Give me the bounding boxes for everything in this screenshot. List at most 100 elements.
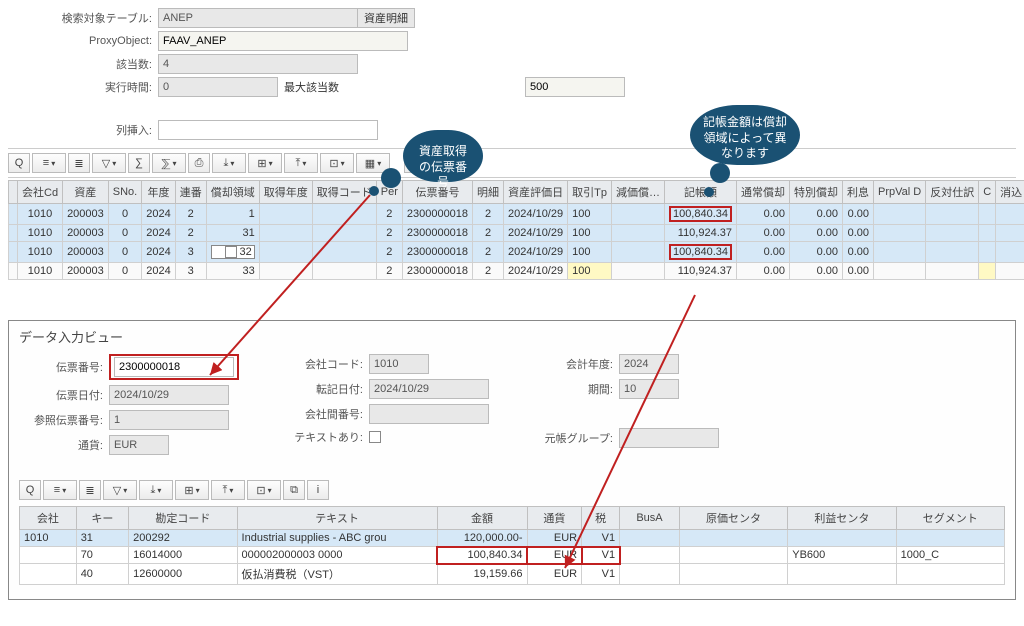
grid1-cell[interactable]: 200003 — [63, 263, 109, 280]
grid1-cell[interactable]: 2024/10/29 — [504, 242, 568, 263]
grid1-cell[interactable]: 2300000018 — [402, 204, 472, 225]
grid1-cell[interactable]: 100,840.34 — [664, 242, 736, 263]
grid1-cell[interactable]: 110,924.37 — [664, 225, 736, 242]
grid2-cell[interactable]: 70 — [76, 547, 128, 564]
grid1-cell[interactable]: 100 — [568, 263, 612, 280]
grid1-cell[interactable]: 200003 — [63, 204, 109, 225]
grid1-cell[interactable]: 0.00 — [790, 242, 843, 263]
grid1-cell[interactable]: 0.00 — [790, 225, 843, 242]
grid2-cell[interactable]: 16014000 — [129, 547, 237, 564]
grid1-header[interactable]: 償却領域 — [206, 181, 259, 204]
grid1-cell[interactable]: 0.00 — [843, 242, 874, 263]
grid1-cell[interactable] — [996, 204, 1024, 225]
grid1-cell[interactable] — [312, 242, 376, 263]
grid2-cell[interactable] — [788, 530, 896, 547]
grid2-cell[interactable] — [679, 547, 787, 564]
tb1-8[interactable]: ⊞ — [248, 153, 282, 173]
tb2-1[interactable]: ≡ — [43, 480, 77, 500]
grid1-cell[interactable] — [874, 204, 926, 225]
grid1-cell[interactable] — [9, 225, 18, 242]
grid2-cell[interactable] — [679, 564, 787, 585]
grid1-cell[interactable] — [979, 204, 996, 225]
asset-grid[interactable]: 会社Cd資産SNo.年度連番償却領域取得年度取得コードPer伝票番号明細資産評価… — [8, 180, 1024, 280]
grid1-cell[interactable]: 2 — [175, 204, 206, 225]
grid1-cell[interactable]: 0.00 — [737, 204, 790, 225]
tb1-7[interactable]: ⤓ — [212, 153, 246, 173]
grid1-header[interactable] — [9, 181, 18, 204]
grid2-header[interactable]: キー — [76, 507, 128, 530]
grid1-cell[interactable] — [996, 263, 1024, 280]
grid2-cell[interactable]: 000002000003 0000 — [237, 547, 437, 564]
edit-icon[interactable] — [225, 246, 237, 258]
grid1-cell[interactable]: 0.00 — [790, 263, 843, 280]
grid1-cell[interactable]: 0.00 — [737, 225, 790, 242]
grid1-cell[interactable] — [611, 242, 664, 263]
grid2-header[interactable]: 原価センタ — [679, 507, 787, 530]
grid2-cell[interactable] — [20, 547, 77, 564]
grid1-cell[interactable]: 0.00 — [737, 242, 790, 263]
grid1-cell[interactable]: 2024 — [142, 263, 175, 280]
grid2-cell[interactable] — [620, 564, 680, 585]
grid1-header[interactable]: 特別償却 — [790, 181, 843, 204]
grid2-row[interactable]: 4012600000仮払消費税（VST）19,159.66EURV1 — [20, 564, 1005, 585]
tb1-1[interactable]: ≡ — [32, 153, 66, 173]
grid1-cell[interactable] — [874, 263, 926, 280]
grid1-cell[interactable]: 2300000018 — [402, 242, 472, 263]
grid1-row[interactable]: 1010200003020243322230000001822024/10/29… — [9, 242, 1024, 263]
grid1-cell[interactable] — [996, 242, 1024, 263]
tb2-0[interactable]: Q — [19, 480, 41, 500]
grid1-row[interactable]: 1010200003020242312230000001822024/10/29… — [9, 225, 1024, 242]
grid2-cell[interactable] — [20, 564, 77, 585]
grid1-cell[interactable]: 1010 — [18, 242, 63, 263]
tb1-5[interactable]: ⅀ — [152, 153, 186, 173]
grid1-cell[interactable] — [926, 225, 979, 242]
insert-input[interactable] — [158, 120, 378, 140]
grid1-header[interactable]: 記帳額 — [664, 181, 736, 204]
grid1-cell[interactable]: 1 — [206, 204, 259, 225]
grid1-cell[interactable] — [996, 225, 1024, 242]
tb2-3[interactable]: ▽ — [103, 480, 137, 500]
grid1-header[interactable]: 会社Cd — [18, 181, 63, 204]
max-input[interactable] — [525, 77, 625, 97]
grid1-header[interactable]: PrpVal D — [874, 181, 926, 204]
grid1-cell[interactable] — [259, 204, 312, 225]
grid1-cell[interactable]: 2300000018 — [402, 263, 472, 280]
grid1-cell[interactable]: 1010 — [18, 225, 63, 242]
grid1-row[interactable]: 101020000302024212230000001822024/10/291… — [9, 204, 1024, 225]
grid1-cell[interactable] — [9, 204, 18, 225]
grid2-cell[interactable]: YB600 — [788, 547, 896, 564]
grid1-cell[interactable] — [926, 242, 979, 263]
grid1-cell[interactable] — [874, 242, 926, 263]
grid1-header[interactable]: 利息 — [843, 181, 874, 204]
grid1-cell[interactable]: 2 — [473, 225, 504, 242]
grid1-cell[interactable]: 2024/10/29 — [504, 204, 568, 225]
grid1-header[interactable]: 取引Tp — [568, 181, 612, 204]
grid1-cell[interactable] — [926, 263, 979, 280]
grid1-cell[interactable] — [611, 225, 664, 242]
grid1-cell[interactable] — [611, 204, 664, 225]
grid1-header[interactable]: C — [979, 181, 996, 204]
grid2-cell[interactable]: 200292 — [129, 530, 237, 547]
grid2-cell[interactable]: 1000_C — [896, 547, 1004, 564]
grid2-cell[interactable]: 40 — [76, 564, 128, 585]
grid1-cell[interactable]: 32 — [206, 242, 259, 263]
grid1-cell[interactable] — [979, 263, 996, 280]
grid2-cell[interactable] — [679, 530, 787, 547]
grid1-cell[interactable]: 0 — [108, 225, 141, 242]
grid1-cell[interactable]: 2024/10/29 — [504, 263, 568, 280]
grid1-cell[interactable]: 2 — [473, 204, 504, 225]
tb2-9[interactable]: i — [307, 480, 329, 500]
grid1-header[interactable]: 減価償… — [611, 181, 664, 204]
grid2-cell[interactable]: 100,840.34 — [437, 547, 527, 564]
grid1-cell[interactable]: 2024 — [142, 225, 175, 242]
tb2-4[interactable]: ⤓ — [139, 480, 173, 500]
grid1-header[interactable]: SNo. — [108, 181, 141, 204]
grid2-cell[interactable] — [896, 530, 1004, 547]
grid1-cell[interactable]: 0.00 — [790, 204, 843, 225]
grid2-header[interactable]: 金額 — [437, 507, 527, 530]
proxy-input[interactable] — [158, 31, 408, 51]
grid2-cell[interactable] — [788, 564, 896, 585]
grid1-cell[interactable]: 33 — [206, 263, 259, 280]
grid2-header[interactable]: 税 — [582, 507, 620, 530]
search-table-input[interactable] — [158, 8, 358, 28]
